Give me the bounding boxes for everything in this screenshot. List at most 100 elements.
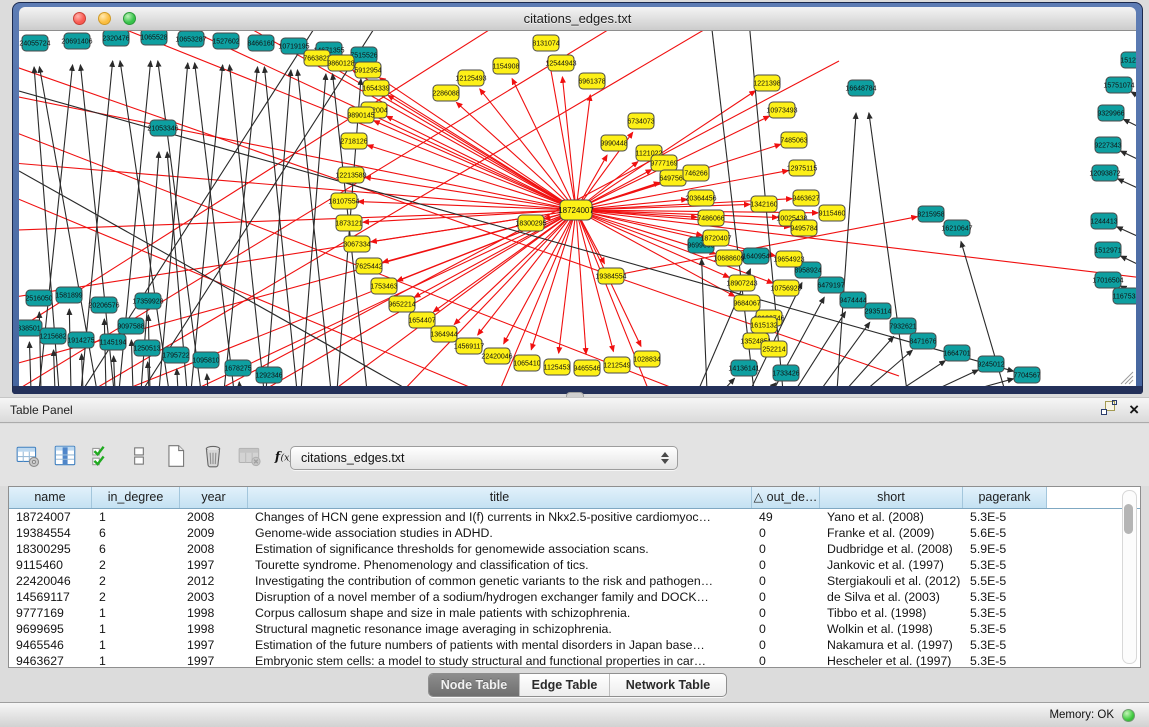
network-node[interactable]: 9990448 <box>600 135 627 151</box>
network-node[interactable]: 252214 <box>761 341 787 357</box>
network-node[interactable]: 9329966 <box>1097 105 1124 121</box>
table-row[interactable]: 1456911722003Disruption of a novel membe… <box>9 589 1140 605</box>
column-header-name[interactable]: name <box>9 487 92 508</box>
network-node[interactable]: 20206576 <box>88 297 119 313</box>
network-node[interactable]: 1664701 <box>943 345 970 361</box>
network-node[interactable]: 1095810 <box>192 352 219 368</box>
zoom-window-button[interactable] <box>123 12 136 25</box>
network-node[interactable]: 9465546 <box>573 360 600 376</box>
column-header-year[interactable]: year <box>180 487 248 508</box>
memory-status-indicator[interactable] <box>1122 709 1135 722</box>
table-row[interactable]: 946554611997Estimation of the future num… <box>9 637 1140 653</box>
scrollbar-thumb[interactable] <box>1124 504 1133 534</box>
network-node[interactable]: 1795722 <box>162 347 189 363</box>
network-node[interactable]: 1342160 <box>750 196 777 212</box>
network-node[interactable]: 9652214 <box>388 296 415 312</box>
network-node[interactable]: 1512254 <box>1120 52 1136 68</box>
table-row[interactable]: 977716911998Corpus callosum shape and si… <box>9 605 1140 621</box>
network-node[interactable]: 2516050 <box>25 290 52 306</box>
network-node[interactable]: 7485063 <box>780 132 807 148</box>
network-node[interactable]: 16648784 <box>845 80 876 96</box>
network-node[interactable]: 18720407 <box>700 230 731 246</box>
network-node[interactable]: 10688609 <box>713 250 744 266</box>
network-node[interactable]: 2320476 <box>102 31 129 46</box>
table-row[interactable]: 946362711997Embryonic stem cells: a mode… <box>9 653 1140 668</box>
network-node[interactable]: 7625442 <box>355 258 382 274</box>
network-node[interactable]: 1221398 <box>753 75 780 91</box>
tab-network-table[interactable]: Network Table <box>609 674 726 696</box>
network-node[interactable]: 7932621 <box>889 318 916 334</box>
tab-node-table[interactable]: Node Table <box>429 674 519 696</box>
tab-edge-table[interactable]: Edge Table <box>519 674 609 696</box>
network-node[interactable]: 18300295 <box>515 215 546 231</box>
network-node[interactable]: 9890145 <box>347 107 374 123</box>
network-node[interactable]: 1914275 <box>67 332 94 348</box>
network-node[interactable]: 17359928 <box>132 293 163 309</box>
network-node[interactable]: 12975115 <box>787 160 818 176</box>
network-node[interactable]: 6479197 <box>817 277 844 293</box>
network-node[interactable]: 2935114 <box>865 303 892 319</box>
network-node[interactable]: 9777169 <box>650 155 677 171</box>
network-node[interactable]: 1125453 <box>544 359 571 375</box>
network-node[interactable]: 1654339 <box>362 80 389 96</box>
network-node[interactable]: 22420046 <box>481 348 512 364</box>
network-node[interactable]: 19384554 <box>595 268 626 284</box>
network-node[interactable]: 7704567 <box>1013 367 1040 383</box>
network-node[interactable]: 8131074 <box>532 35 559 51</box>
network-node[interactable]: 14136141 <box>728 360 759 376</box>
network-node[interactable]: 9463627 <box>792 190 819 206</box>
network-node[interactable]: 1292346 <box>255 367 282 383</box>
show-column-button[interactable] <box>51 442 79 470</box>
column-header-in-degree[interactable]: in_degree <box>92 487 180 508</box>
network-node[interactable]: 1527602 <box>212 33 239 49</box>
network-node[interactable]: 20691406 <box>61 33 92 49</box>
network-node[interactable]: 15751074 <box>1103 77 1134 93</box>
delete-table-button-disabled[interactable] <box>236 442 264 470</box>
network-node[interactable]: 1145194 <box>100 334 127 350</box>
network-node[interactable]: 20364456 <box>685 190 716 206</box>
network-node[interactable]: 21053346 <box>147 120 178 136</box>
network-node[interactable]: 18907243 <box>726 275 757 291</box>
network-node[interactable]: 1581899 <box>55 287 82 303</box>
network-node[interactable]: 1028834 <box>633 351 660 367</box>
network-node[interactable]: 8466160 <box>247 35 274 51</box>
table-mode-button[interactable] <box>14 442 42 470</box>
float-panel-icon[interactable] <box>1100 400 1117 421</box>
network-node[interactable]: 8471676 <box>909 333 936 349</box>
network-node[interactable]: 9097588 <box>117 318 144 334</box>
network-node[interactable]: 1733426 <box>772 365 799 381</box>
network-node[interactable]: 5912954 <box>354 62 381 78</box>
delete-column-button[interactable] <box>199 442 227 470</box>
network-node[interactable]: 1512971 <box>1094 242 1121 258</box>
row-height-button[interactable] <box>125 442 153 470</box>
column-header-short[interactable]: short <box>820 487 963 508</box>
network-node[interactable]: 7486066 <box>697 210 724 226</box>
network-node[interactable]: 19654923 <box>773 251 804 267</box>
network-node[interactable]: 1065410 <box>513 355 540 371</box>
table-row[interactable]: 2242004622012Investigating the contribut… <box>9 573 1140 589</box>
resize-grip-icon[interactable] <box>1121 372 1133 384</box>
table-row[interactable]: 1872400712008Changes of HCN gene express… <box>9 509 1140 525</box>
select-columns-button[interactable] <box>88 442 116 470</box>
network-node[interactable]: 9495784 <box>790 220 817 236</box>
table-row[interactable]: 969969511998Structural magnetic resonanc… <box>9 621 1140 637</box>
network-node[interactable]: 1753463 <box>370 278 397 294</box>
close-panel-button[interactable]: × <box>1129 403 1139 417</box>
network-node[interactable]: 746266 <box>683 165 709 181</box>
network-node[interactable]: 1615132 <box>750 317 777 333</box>
network-node[interactable]: 14569117 <box>454 338 485 354</box>
network-node[interactable]: 2286088 <box>432 85 459 101</box>
network-node[interactable]: 2718126 <box>340 133 367 149</box>
network-node[interactable]: 12125493 <box>455 70 486 86</box>
network-node[interactable]: 9115460 <box>819 205 846 221</box>
network-node[interactable]: 9860128 <box>327 55 354 71</box>
network-canvas[interactable]: 2405572420691406232047610655281065328715… <box>19 31 1136 386</box>
network-node[interactable]: 6734073 <box>627 113 654 129</box>
network-node[interactable]: 1250513 <box>133 340 160 356</box>
network-node[interactable]: 16210647 <box>941 220 972 236</box>
network-node[interactable]: 9227343 <box>1094 137 1121 153</box>
network-node[interactable]: 12213589 <box>335 167 366 183</box>
network-node[interactable]: 17016504 <box>1092 272 1123 288</box>
window-titlebar[interactable]: citations_edges.txt <box>19 7 1136 31</box>
network-node[interactable]: 10653287 <box>175 31 206 47</box>
